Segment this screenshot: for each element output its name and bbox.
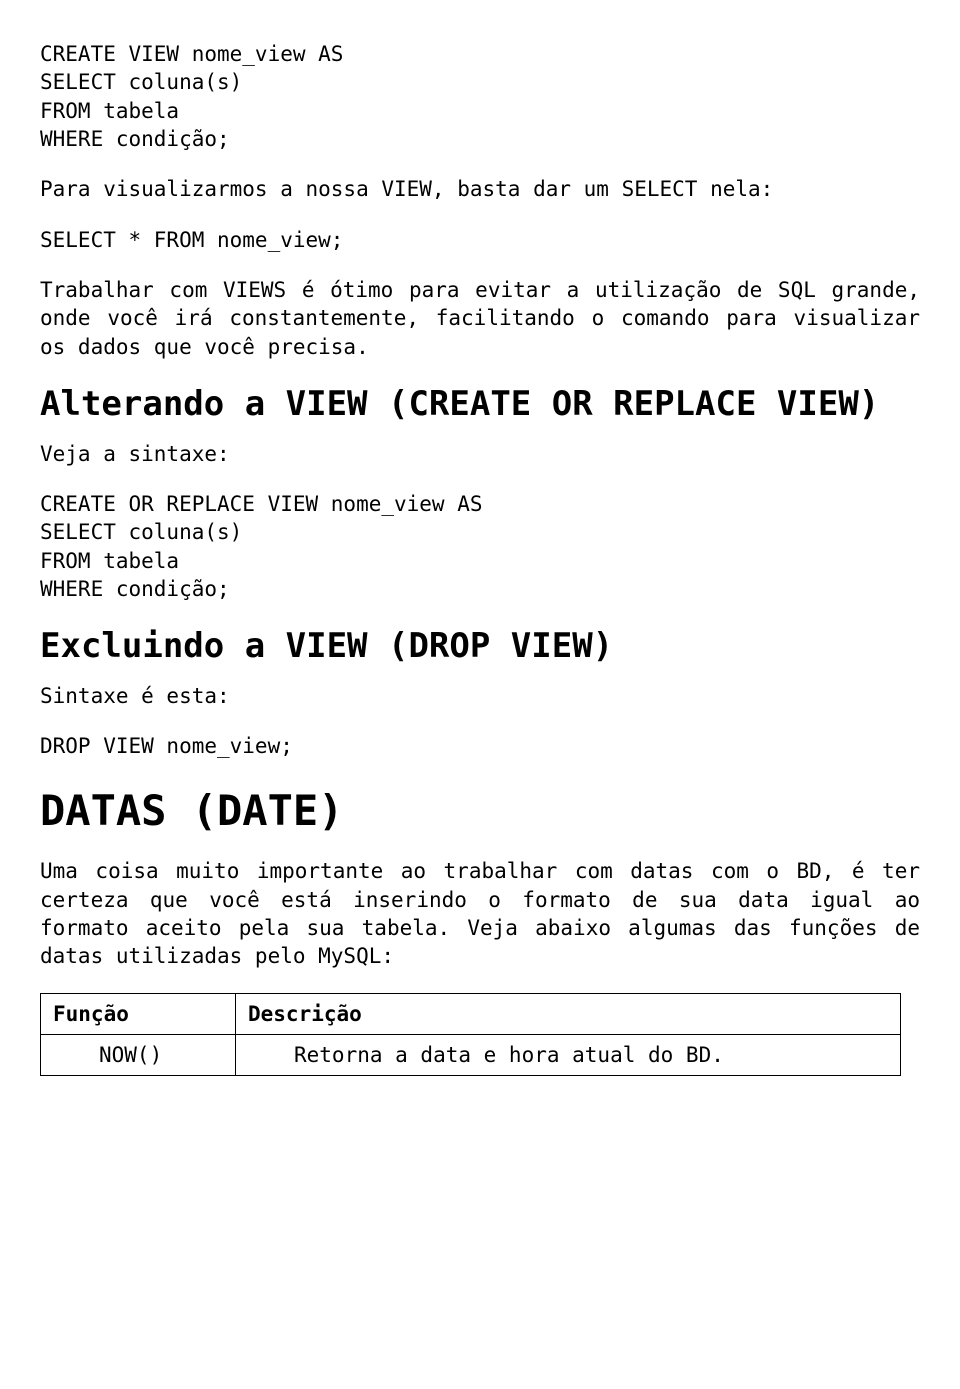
table-header-funcao: Função [41,993,236,1034]
paragraph-datas-importante: Uma coisa muito importante ao trabalhar … [40,857,920,970]
table-header-descricao: Descrição [236,993,901,1034]
table-cell-descricao: Retorna a data e hora atual do BD. [236,1034,901,1075]
table-header-row: Função Descrição [41,993,901,1034]
paragraph-veja-sintaxe: Veja a sintaxe: [40,440,920,468]
code-block-create-or-replace: CREATE OR REPLACE VIEW nome_view AS SELE… [40,490,920,603]
code-block-drop-view: DROP VIEW nome_view; [40,732,920,760]
paragraph-visualizar-view: Para visualizarmos a nossa VIEW, basta d… [40,175,920,203]
heading-excluindo-view: Excluindo a VIEW (DROP VIEW) [40,625,920,668]
code-block-select-view: SELECT * FROM nome_view; [40,226,920,254]
table-funcoes-datas: Função Descrição NOW() Retorna a data e … [40,993,901,1077]
table-row: NOW() Retorna a data e hora atual do BD. [41,1034,901,1075]
heading-alterando-view: Alterando a VIEW (CREATE OR REPLACE VIEW… [40,383,920,426]
paragraph-trabalhar-views: Trabalhar com VIEWS é ótimo para evitar … [40,276,920,361]
table-cell-funcao: NOW() [41,1034,236,1075]
heading-datas-date: DATAS (DATE) [40,783,920,840]
paragraph-sintaxe-esta: Sintaxe é esta: [40,682,920,710]
code-block-create-view: CREATE VIEW nome_view AS SELECT coluna(s… [40,40,920,153]
